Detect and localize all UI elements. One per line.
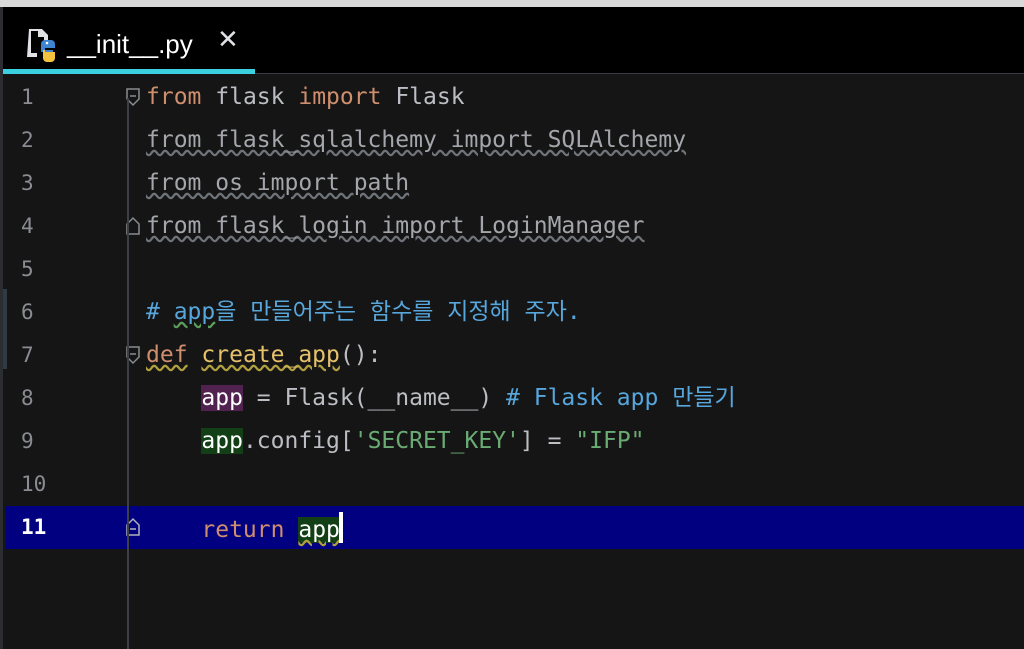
code-line[interactable]: 7 def create_app(): <box>6 334 1024 377</box>
code-line[interactable]: 8 app = Flask(__name__) # Flask app 만들기 <box>6 377 1024 420</box>
current-code-line[interactable]: 11 return app <box>6 506 1024 549</box>
function-name: create_app <box>201 342 340 368</box>
punctuation: (): <box>339 342 382 368</box>
unused-import-text: from os import path <box>146 170 410 196</box>
module-name: flask <box>215 84 285 110</box>
code-line[interactable]: 3 from os import path <box>6 162 1024 205</box>
expression: = Flask(__name__) <box>242 385 493 411</box>
code-text: return app <box>146 512 343 545</box>
code-line[interactable]: 5 <box>6 248 1024 291</box>
comment-rest: 을 만들어주는 함수를 지정해 주자. <box>215 299 581 325</box>
editor-tab-bar: __init__.py ✕ <box>3 7 1024 74</box>
variable: app <box>201 428 243 454</box>
tab-label: __init__.py <box>67 29 193 59</box>
keyword: import <box>298 84 382 110</box>
line-number: 6 <box>21 300 34 324</box>
line-number: 1 <box>21 85 34 109</box>
close-icon[interactable]: ✕ <box>217 27 239 53</box>
code-text: app = Flask(__name__) # Flask app 만들기 <box>146 383 736 413</box>
keyword: def <box>146 342 188 368</box>
line-number: 4 <box>21 214 34 238</box>
keyword: from <box>146 84 202 110</box>
line-number: 3 <box>21 171 34 195</box>
variable: app <box>298 517 340 543</box>
expression: .config[ <box>242 428 354 454</box>
code-line[interactable]: 2 from flask_sqlalchemy import SQLAlchem… <box>6 119 1024 162</box>
line-number: 2 <box>21 128 34 152</box>
code-text: from flask import Flask <box>146 82 465 112</box>
tab-init-py[interactable]: __init__.py ✕ <box>3 7 255 74</box>
variable: app <box>201 385 243 411</box>
expression: ] = <box>519 428 576 454</box>
code-line[interactable]: 4 from flask_login import LoginManager <box>6 205 1024 248</box>
code-line[interactable]: 6 # app을 만들어주는 함수를 지정해 주자. <box>6 291 1024 334</box>
code-editor[interactable]: 1 from flask import Flask 2 from flask_s… <box>3 74 1024 649</box>
line-number: 7 <box>21 343 34 367</box>
comment-text: # app을 만들어주는 함수를 지정해 주자. <box>146 297 581 327</box>
unused-import-text: from flask_sqlalchemy import SQLAlchemy <box>146 127 687 153</box>
line-number: 10 <box>21 472 47 496</box>
text-caret <box>338 512 343 543</box>
code-line[interactable]: 1 from flask import Flask <box>6 76 1024 119</box>
keyword: return <box>201 517 285 543</box>
code-text: def create_app(): <box>146 340 381 370</box>
window-top-border <box>0 0 1024 7</box>
unused-import-text: from flask_login import LoginManager <box>146 213 645 239</box>
line-number: 11 <box>21 515 47 539</box>
code-line[interactable]: 10 <box>6 463 1024 506</box>
line-number: 9 <box>21 429 34 453</box>
comment-text: # Flask app 만들기 <box>492 385 736 411</box>
line-number: 8 <box>21 386 34 410</box>
line-number: 5 <box>21 257 34 281</box>
comment-prefix: # <box>146 299 174 325</box>
string-literal: "IFP" <box>575 428 645 454</box>
string-literal: 'SECRET_KEY' <box>353 428 520 454</box>
python-file-icon <box>27 29 55 62</box>
import-name: Flask <box>395 84 465 110</box>
indent-guide <box>127 98 129 649</box>
code-text: app.config['SECRET_KEY'] = "IFP" <box>146 426 645 456</box>
comment-word: app <box>173 299 216 325</box>
code-line[interactable]: 9 app.config['SECRET_KEY'] = "IFP" <box>6 420 1024 463</box>
